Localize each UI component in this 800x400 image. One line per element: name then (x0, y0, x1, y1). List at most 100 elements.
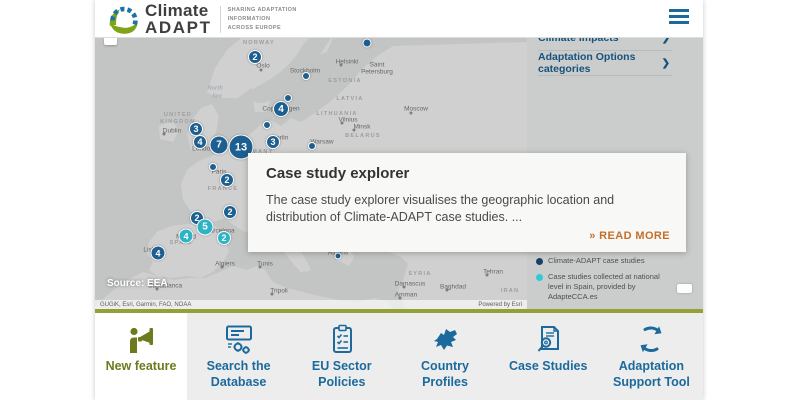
city-dot-icon (486, 274, 489, 277)
city-dot-icon (163, 133, 166, 136)
nav-label: New feature (96, 359, 186, 375)
nav-item-eu-sector-policies[interactable]: EU Sector Policies (290, 313, 393, 400)
map-label: FRANCE (208, 186, 239, 192)
city-dot-icon (340, 64, 343, 67)
cycle-arrows-icon (635, 324, 667, 354)
legend-item-spain: Case studies collected at national level… (536, 272, 674, 302)
europe-map-icon (429, 324, 461, 354)
map-label: Moscow (404, 106, 428, 113)
nav-label: Country Profiles (400, 359, 490, 390)
sidebar-item-label: Climate Impacts (538, 38, 619, 44)
tagline-line1: SHARING ADAPTATION (228, 6, 297, 15)
read-more-link[interactable]: » READ MORE (589, 230, 670, 242)
logo-text: Climate ADAPT (145, 3, 212, 35)
chevron-right-icon: ❯ (662, 58, 670, 69)
map-label: Oslo (256, 63, 269, 70)
map-label: Minsk (354, 124, 371, 131)
case-study-explorer-card: Case study explorer The case study explo… (248, 153, 686, 252)
nav-item-case-studies[interactable]: Case Studies (497, 313, 600, 400)
nav-item-search-database[interactable]: Search the Database (187, 313, 290, 400)
map-point-marker[interactable] (209, 163, 217, 171)
map-cluster-marker[interactable]: 4 (273, 101, 289, 117)
map-label: ESTONIA (328, 78, 361, 84)
tagline-line2: INFORMATION (228, 15, 297, 24)
map-label: SYRIA (408, 271, 431, 277)
map-point-marker[interactable] (363, 39, 372, 48)
card-body: The case study explorer visualises the g… (266, 192, 668, 226)
nav-label: Case Studies (503, 359, 593, 375)
sidebar-item-adaptation-options[interactable]: Adaptation Options categories ❯ (538, 51, 672, 75)
map-cluster-marker[interactable]: 4 (179, 229, 194, 244)
teal-dot-icon (536, 274, 543, 281)
climate-adapt-window: Climate ADAPT SHARING ADAPTATION INFORMA… (95, 0, 703, 400)
map-control-partial[interactable] (677, 284, 692, 293)
menu-button[interactable] (669, 9, 689, 27)
city-dot-icon (259, 266, 262, 269)
map-label: NORWAY (243, 40, 275, 46)
legend-label: Case studies collected at national level… (548, 272, 674, 302)
map-label: Dublin (163, 128, 181, 135)
nav-label: Adaptation Support Tool (606, 359, 696, 390)
city-dot-icon (271, 293, 274, 296)
climate-adapt-logo-icon (107, 3, 140, 36)
map-point-marker[interactable] (308, 142, 316, 150)
powered-by-esri: Powered by Esri (478, 302, 522, 308)
map-cluster-marker[interactable]: 2 (217, 231, 231, 245)
map-label: UNITED (164, 112, 192, 118)
map-point-marker[interactable] (302, 72, 310, 80)
map-cluster-marker[interactable]: 2 (248, 50, 262, 64)
nav-item-country-profiles[interactable]: Country Profiles (393, 313, 496, 400)
city-dot-icon (341, 122, 344, 125)
nav-label: Search the Database (194, 359, 284, 390)
logo[interactable]: Climate ADAPT SHARING ADAPTATION INFORMA… (107, 3, 297, 36)
legend-item-climate-adapt: Climate-ADAPT case studies (536, 256, 674, 266)
chevron-right-icon: ❯ (662, 38, 670, 44)
sidebar-item-label: Adaptation Options categories (538, 51, 672, 75)
city-dot-icon (353, 129, 356, 132)
legend-label: Climate-ADAPT case studies (548, 256, 645, 266)
city-dot-icon (410, 112, 413, 115)
map-cluster-marker[interactable]: 4 (193, 135, 207, 149)
database-search-icon (223, 324, 255, 354)
map-label: Baghdad (440, 284, 466, 291)
document-magnifier-icon (532, 324, 564, 354)
card-title: Case study explorer (266, 165, 668, 182)
clipboard-checklist-icon (326, 324, 358, 354)
map-cluster-marker[interactable]: 2 (220, 173, 234, 187)
map-label: LATVIA (336, 96, 363, 102)
map-point-marker[interactable] (263, 121, 271, 129)
map-label: Sea (212, 93, 221, 100)
city-dot-icon (260, 69, 263, 72)
map-cluster-marker[interactable]: 7 (210, 136, 229, 155)
map-legend: Climate-ADAPT case studies Case studies … (536, 256, 674, 309)
nav-item-adaptation-support-tool[interactable]: Adaptation Support Tool (600, 313, 703, 400)
logo-line2: ADAPT (145, 20, 212, 36)
map-source-label: Source: EEA (107, 278, 168, 289)
bottom-navigation: New feature Search the Database (95, 313, 703, 400)
map-cluster-marker[interactable]: 3 (189, 122, 203, 136)
map-label: Algiers (215, 261, 235, 268)
hamburger-icon (669, 9, 689, 24)
map-cluster-marker[interactable]: 2 (223, 205, 237, 219)
map-label: IRAN (501, 288, 520, 294)
nav-item-new-feature[interactable]: New feature (95, 313, 187, 400)
city-dot-icon (221, 266, 224, 269)
header: Climate ADAPT SHARING ADAPTATION INFORMA… (95, 0, 703, 38)
map-cluster-marker[interactable]: 3 (266, 135, 280, 149)
map-label: Damascus (395, 281, 426, 288)
map-point-marker[interactable] (284, 94, 292, 102)
sidebar-item-climate-impacts[interactable]: Climate Impacts ❯ (538, 38, 672, 50)
attribution-text: GUGiK, Esri, Garmin, FAO, NOAA (100, 302, 191, 308)
map-attribution: GUGiK, Esri, Garmin, FAO, NOAA Powered b… (95, 300, 527, 309)
tagline-line3: ACROSS EUROPE (228, 24, 297, 33)
map-cluster-marker[interactable]: 5 (197, 219, 214, 236)
navy-dot-icon (536, 258, 543, 265)
map-zoom-control-partial[interactable] (104, 38, 117, 45)
map-cluster-marker[interactable]: 4 (151, 246, 166, 261)
city-dot-icon (446, 289, 449, 292)
map-label: Saint (370, 62, 385, 69)
map-label: North (207, 85, 222, 92)
nav-label: EU Sector Policies (297, 359, 387, 390)
map-point-marker[interactable] (335, 253, 342, 260)
megaphone-person-icon (125, 324, 157, 354)
